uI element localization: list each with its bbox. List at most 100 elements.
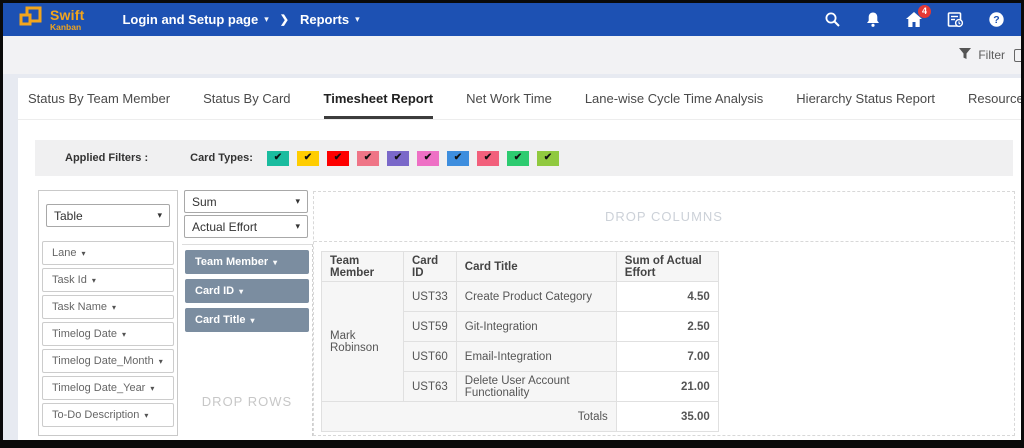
report-tabs: Status By Team Member Status By Card Tim… [18,78,1021,120]
applied-filters-bar: Applied Filters : Card Types: ✔ ✔ ✔ ✔ ✔ … [35,140,1013,176]
tab-net-work-time[interactable]: Net Work Time [466,78,552,119]
card-id-cell: UST59 [403,311,457,342]
swiftkanban-logo[interactable]: Swift Kanban [19,6,84,33]
card-type-checkbox[interactable]: ✔ [326,150,349,166]
funnel-icon [958,47,972,63]
card-type-checkbox[interactable]: ✔ [446,150,469,166]
row-chip-team-member[interactable]: Team Member ▾ [185,250,309,274]
totals-label-cell: Totals [321,401,617,432]
table-totals-row: Totals 35.00 [321,401,719,432]
field-chip-timelog-date-month[interactable]: Timelog Date_Month ▾ [42,349,174,373]
triangle-down-icon: ▾ [239,286,244,296]
effort-cell: 2.50 [615,311,719,342]
timesheet-icon[interactable] [946,11,964,29]
triangle-down-icon: ▾ [273,257,278,267]
svg-text:?: ? [993,14,999,26]
effort-cell: 7.00 [615,341,719,372]
timesheet-table: Team Member Card ID Card Title Sum of Ac… [321,251,719,432]
filter-button[interactable]: Filter [958,47,1005,63]
aggregator-select[interactable]: Sum ▾ [184,190,308,213]
card-type-checkbox[interactable]: ✔ [266,150,289,166]
triangle-down-icon: ▾ [122,329,127,339]
table-header-row: Team Member Card ID Card Title Sum of Ac… [321,251,719,282]
pivot-output-area: DROP COLUMNS Team Member Card ID Card Ti… [313,191,1015,436]
card-type-checkbox[interactable]: ✔ [386,150,409,166]
report-toolbar: Filter [3,36,1021,74]
breadcrumb: Login and Setup page ▾ ❯ Reports ▾ [122,12,359,27]
card-type-swatches: ✔ ✔ ✔ ✔ ✔ ✔ ✔ ✔ ✔ ✔ [266,150,559,166]
breadcrumb-separator-icon: ❯ [279,14,289,26]
home-icon[interactable]: 4 [905,4,931,29]
chevron-down-icon: ▾ [355,14,360,24]
triangle-down-icon: ▾ [150,383,155,393]
row-chip-card-id[interactable]: Card ID ▾ [185,279,309,303]
triangle-down-icon: ▾ [91,275,96,285]
card-types-label: Card Types: [190,152,253,164]
team-member-cell: Mark Robinson [321,281,404,402]
card-title-cell: Create Product Category [455,281,617,312]
tab-status-by-team-member[interactable]: Status By Team Member [28,78,170,119]
triangle-down-icon: ▾ [250,315,255,325]
triangle-down-icon: ▾ [158,356,163,366]
card-type-checkbox[interactable]: ✔ [506,150,529,166]
card-id-cell: UST60 [403,341,457,372]
pivot-fields-panel: Table ▾ Lane ▾ Task Id ▾ Task Name ▾ Timelog… [38,190,178,436]
help-icon[interactable]: ? [987,11,1005,29]
col-header-sum-effort: Sum of Actual Effort [615,251,719,282]
totals-value-cell: 35.00 [615,401,719,432]
top-nav: Swift Kanban Login and Setup page ▾ ❯ Re… [3,3,1021,36]
export-icon[interactable] [1014,49,1021,62]
table-row: Mark Robinson UST33 Create Product Categ… [321,281,719,402]
applied-filters-label: Applied Filters : [65,152,149,164]
triangle-down-icon: ▾ [112,302,117,312]
tab-hierarchy-status-report[interactable]: Hierarchy Status Report [796,78,935,119]
card-type-checkbox[interactable]: ✔ [536,150,559,166]
tab-timesheet-report[interactable]: Timesheet Report [323,78,434,119]
aggregator-controls: Sum ▾ Actual Effort ▾ [184,190,308,240]
breadcrumb-board-menu[interactable]: Login and Setup page ▾ [122,12,268,27]
kanban-logo-icon [19,6,43,33]
app-window: Swift Kanban Login and Setup page ▾ ❯ Re… [3,3,1021,440]
card-type-checkbox[interactable]: ✔ [356,150,379,166]
triangle-down-icon: ▾ [144,410,149,420]
bell-icon[interactable] [864,11,882,29]
field-chip-task-id[interactable]: Task Id ▾ [42,268,174,292]
tab-lane-wise-cycle-time[interactable]: Lane-wise Cycle Time Analysis [585,78,763,119]
field-chip-task-name[interactable]: Task Name ▾ [42,295,174,319]
nav-actions: 4 ? [823,4,1005,29]
chevron-down-icon: ▾ [295,196,300,206]
field-chip-timelog-date-year[interactable]: Timelog Date_Year ▾ [42,376,174,400]
col-header-team-member: Team Member [321,251,404,282]
report-card: Status By Team Member Status By Card Tim… [18,78,1021,440]
drop-columns-label: DROP COLUMNS [605,209,723,224]
row-chip-card-title[interactable]: Card Title ▾ [185,308,309,332]
drop-rows-zone[interactable]: Team Member ▾ Card ID ▾ Card Title ▾ DROP R… [182,244,313,436]
card-id-cell: UST33 [403,281,457,312]
card-type-checkbox[interactable]: ✔ [476,150,499,166]
card-type-checkbox[interactable]: ✔ [296,150,319,166]
field-list: Lane ▾ Task Id ▾ Task Name ▾ Timelog Date ▾ … [39,241,177,427]
field-chip-lane[interactable]: Lane ▾ [42,241,174,265]
chevron-down-icon: ▾ [157,210,162,220]
home-notification-badge: 4 [918,4,931,18]
brand-text: Swift Kanban [50,6,85,32]
card-title-cell: Email-Integration [455,341,617,372]
card-title-cell: Delete User Account Functionality [455,371,617,402]
col-header-card-title: Card Title [455,251,617,282]
aggregator-field-select[interactable]: Actual Effort ▾ [184,215,308,238]
chevron-down-icon: ▾ [264,14,269,24]
triangle-down-icon: ▾ [81,248,86,258]
breadcrumb-page-menu[interactable]: Reports ▾ [300,12,360,27]
tab-status-by-card[interactable]: Status By Card [203,78,290,119]
tab-resource-loading[interactable]: Resource Loading [968,78,1021,119]
card-id-cell: UST63 [403,371,457,402]
chevron-down-icon: ▾ [295,221,300,231]
drop-columns-zone[interactable]: DROP COLUMNS [314,192,1014,242]
field-chip-todo-description[interactable]: To-Do Description ▾ [42,403,174,427]
search-icon[interactable] [823,11,841,29]
effort-cell: 4.50 [615,281,719,312]
field-chip-timelog-date[interactable]: Timelog Date ▾ [42,322,174,346]
effort-cell: 21.00 [615,371,719,402]
renderer-select[interactable]: Table ▾ [46,204,170,227]
card-type-checkbox[interactable]: ✔ [416,150,439,166]
